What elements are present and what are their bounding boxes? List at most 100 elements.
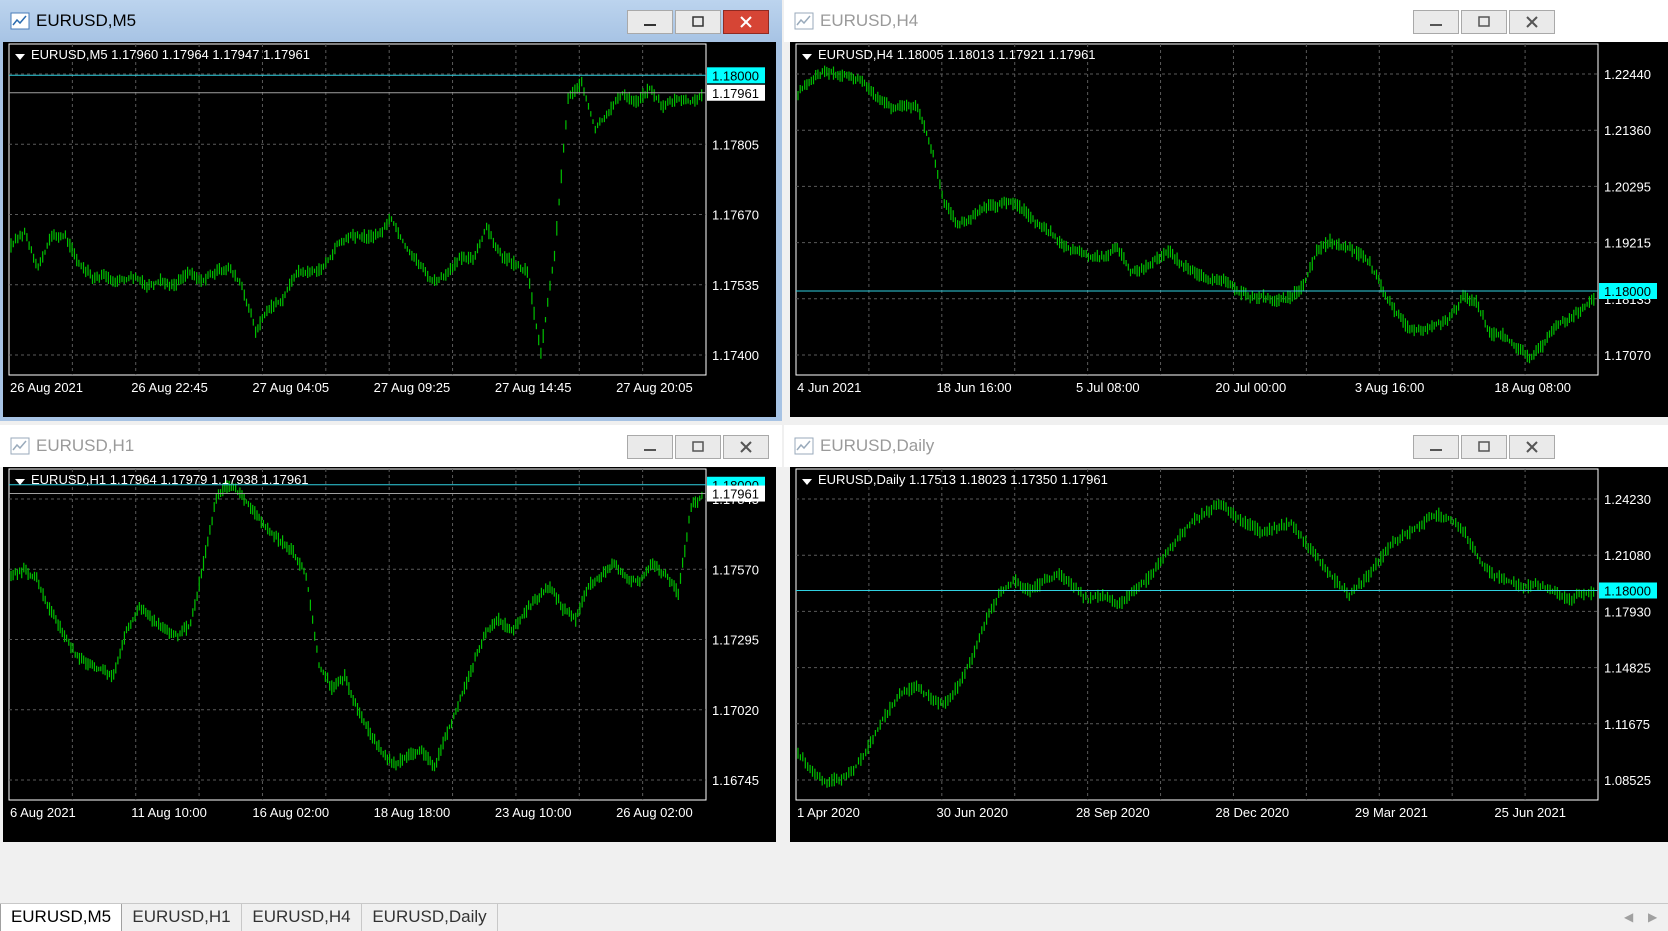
x-tick-label: 29 Mar 2021 [1355,805,1428,820]
y-tick-label: 1.21360 [1604,123,1651,138]
x-tick-label: 3 Aug 16:00 [1355,380,1424,395]
x-tick-label: 27 Aug 09:25 [374,380,451,395]
chart-svg: 1.179351.178051.176701.175351.1740026 Au… [8,43,765,395]
level-tag-label: 1.18000 [712,68,759,83]
x-tick-label: 26 Aug 2021 [10,380,83,395]
restore-icon [692,16,704,27]
y-tick-label: 1.17670 [712,208,759,223]
chart-svg: 1.24230 1.21080 1.17930 1.14825 1.11675 1.085… [795,468,1657,820]
restore-icon [692,441,704,452]
x-tick-label: 18 Jun 16:00 [936,380,1011,395]
window-titlebar[interactable]: EURUSD,H4 [784,0,1668,42]
window-titlebar[interactable]: EURUSD,H1 [0,425,782,467]
x-tick-label: 18 Aug 18:00 [374,805,451,820]
plot-border [8,468,707,801]
maximize-button[interactable] [1461,10,1507,34]
price-chart[interactable]: 1.22440 1.21360 1.20295 1.19215 1.18135 1.170… [790,42,1668,417]
chart-tab-bar: EURUSD,M5 EURUSD,H1 EURUSD,H4 EURUSD,Dai… [0,903,1668,931]
y-tick-label: 1.22440 [1604,67,1651,82]
restore-icon [1478,441,1490,452]
minimize-icon [1430,449,1442,451]
tab-eurusd-h1[interactable]: EURUSD,H1 [122,904,242,931]
y-tick-label: 1.20295 [1604,179,1651,194]
tab-eurusd-m5[interactable]: EURUSD,M5 [0,904,122,931]
chart-info-line: EURUSD,Daily 1.17513 1.18023 1.17350 1.1… [818,472,1108,487]
y-tick-label: 1.17400 [712,348,759,363]
close-icon [740,441,752,453]
x-tick-label: 28 Sep 2020 [1076,805,1150,820]
y-tick-label: 1.11675 [1604,717,1650,732]
y-tick-label: 1.17930 [1604,604,1651,619]
chart-svg: 1.178451.175701.172951.170201.167456 Aug… [8,468,765,820]
y-tick-label: 1.08525 [1604,773,1651,788]
level-tag-label: 1.18000 [1604,583,1651,598]
close-icon [1526,16,1538,28]
x-tick-label: 6 Aug 2021 [10,805,76,820]
y-tick-label: 1.17805 [712,137,759,152]
plot-border [8,43,707,376]
chart-window-icon [10,12,30,30]
minimize-icon [644,24,656,26]
close-button[interactable] [1509,435,1555,459]
maximize-button[interactable] [675,10,721,34]
price-chart[interactable]: 1.24230 1.21080 1.17930 1.14825 1.11675 1.085… [790,467,1668,842]
chart-window-eurusd-daily[interactable]: EURUSD,Daily 1.24230 1.21080 1.17930 1.1482… [784,425,1668,846]
window-titlebar[interactable]: EURUSD,Daily [784,425,1668,467]
minimize-button[interactable] [627,435,673,459]
y-tick-label: 1.16745 [712,773,759,788]
price-bars [797,65,1595,364]
bid-tag-label: 1.17961 [712,86,759,101]
chart-window-icon [10,437,30,455]
x-tick-label: 26 Aug 02:00 [616,805,693,820]
restore-icon [1478,16,1490,27]
x-tick-label: 4 Jun 2021 [797,380,861,395]
scroll-right-icon[interactable]: ▶ [1648,910,1657,924]
y-tick-label: 1.19215 [1604,236,1651,251]
price-chart[interactable]: 1.179351.178051.176701.175351.1740026 Au… [3,42,776,417]
x-tick-label: 18 Aug 08:00 [1494,380,1571,395]
x-tick-label: 11 Aug 10:00 [131,805,207,820]
chart-svg: 1.224401.213601.202951.192151.181351.170… [795,43,1657,395]
chart-info-line: EURUSD,M5 1.17960 1.17964 1.17947 1.1796… [31,47,310,62]
window-title: EURUSD,H4 [820,11,919,30]
minimize-button[interactable] [1413,10,1459,34]
chart-window-eurusd-m5[interactable]: EURUSD,M5 1.179351.178051.176701.175351.… [0,0,782,421]
window-titlebar[interactable]: EURUSD,M5 [0,0,782,42]
y-tick-label: 1.17070 [1604,348,1651,363]
y-tick-label: 1.14825 [1604,661,1651,676]
minimize-button[interactable] [1413,435,1459,459]
dropdown-triangle-icon [15,479,25,485]
y-tick-label: 1.17295 [712,633,759,648]
chart-window-eurusd-h4[interactable]: EURUSD,H4 1.22440 1.21360 1.20295 1.19215 1.… [784,0,1668,421]
y-tick-label: 1.17020 [712,703,759,718]
close-button[interactable] [723,10,769,34]
dropdown-triangle-icon [802,54,812,60]
y-tick-label: 1.21080 [1604,548,1651,563]
close-button[interactable] [1509,10,1555,34]
minimize-icon [1430,24,1442,26]
window-title: EURUSD,M5 [36,11,137,30]
chart-info-line: EURUSD,H4 1.18005 1.18013 1.17921 1.1796… [818,47,1096,62]
scroll-left-icon[interactable]: ◀ [1624,910,1633,924]
minimize-button[interactable] [627,10,673,34]
tab-eurusd-daily[interactable]: EURUSD,Daily [362,904,498,931]
x-tick-label: 16 Aug 02:00 [252,805,329,820]
close-button[interactable] [723,435,769,459]
chart-window-eurusd-h1[interactable]: EURUSD,H1 1.178451.175701.172951.170201.… [0,425,782,846]
level-tag-label: 1.18000 [1604,284,1651,299]
tab-eurusd-h4[interactable]: EURUSD,H4 [242,904,362,931]
x-tick-label: 23 Aug 10:00 [495,805,572,820]
x-tick-label: 25 Jun 2021 [1494,805,1566,820]
x-tick-label: 20 Jul 00:00 [1215,380,1286,395]
maximize-button[interactable] [675,435,721,459]
minimize-icon [644,449,656,451]
chart-info-line: EURUSD,H1 1.17964 1.17979 1.17938 1.1796… [31,472,309,487]
maximize-button[interactable] [1461,435,1507,459]
bid-tag-label: 1.17961 [712,487,759,502]
y-tick-label: 1.17535 [712,278,759,293]
x-tick-label: 28 Dec 2020 [1215,805,1289,820]
x-tick-label: 27 Aug 14:45 [495,380,572,395]
price-chart[interactable]: 1.178451.175701.172951.170201.167456 Aug… [3,467,776,842]
dropdown-triangle-icon [15,54,25,60]
x-tick-label: 27 Aug 04:05 [252,380,329,395]
